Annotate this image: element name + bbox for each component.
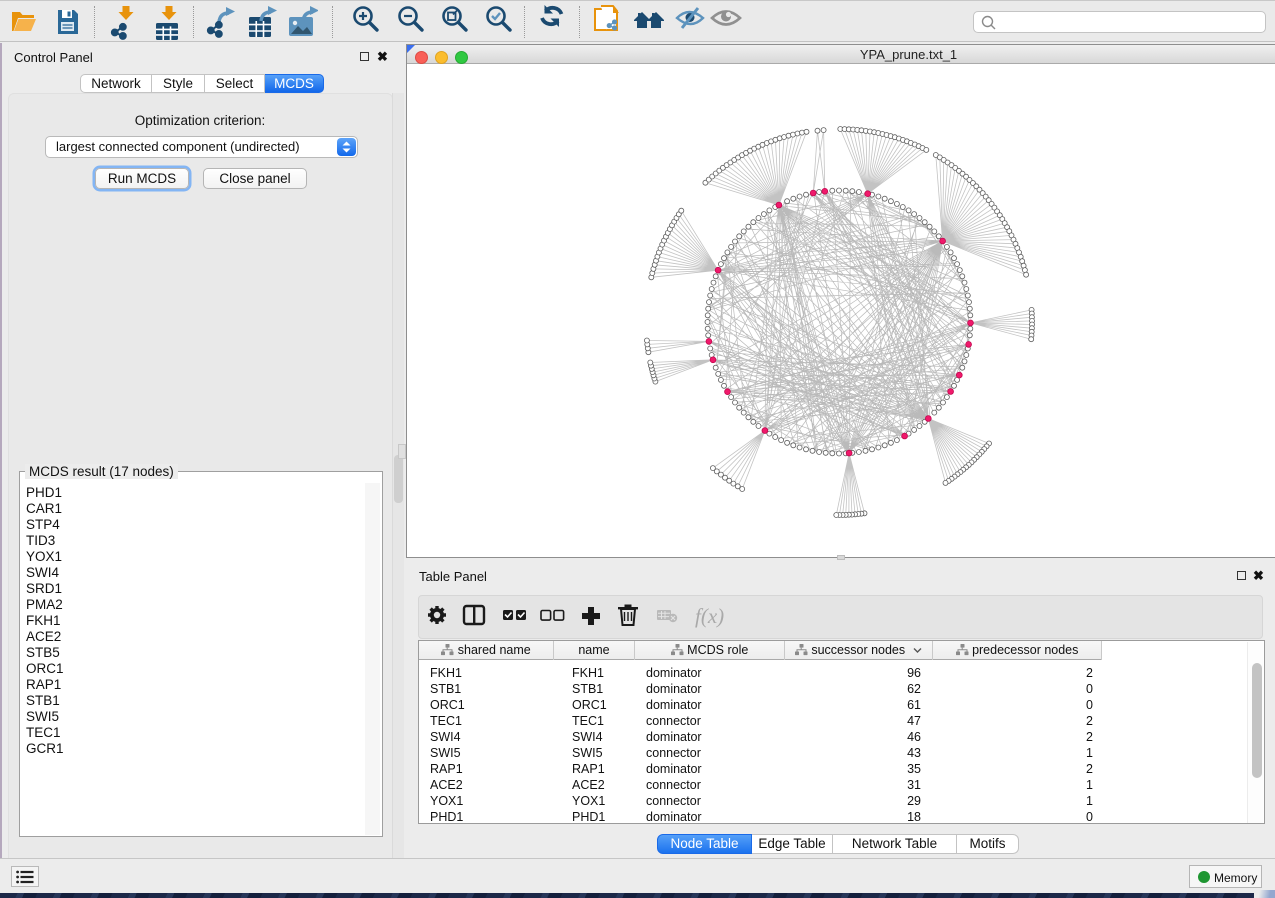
svg-text:f(x): f(x): [695, 604, 724, 628]
